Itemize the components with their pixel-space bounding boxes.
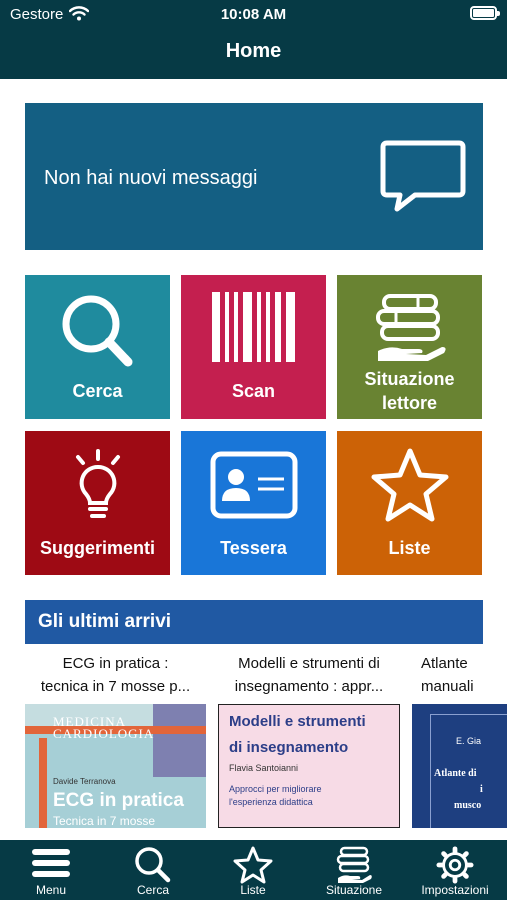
page-title: Home xyxy=(225,40,282,62)
book-title-1[interactable]: ECG in pratica : tecnica in 7 mosse p... xyxy=(25,652,206,698)
tile-suggerimenti[interactable]: Suggerimenti xyxy=(25,431,170,575)
book-cover-1[interactable]: MEDICINA CARDIOLOGIA Davide Terranova EC… xyxy=(25,704,206,828)
tile-label: Scan xyxy=(231,381,276,401)
messages-banner[interactable]: Non hai nuovi messaggi xyxy=(25,103,483,250)
tile-cerca[interactable]: Cerca xyxy=(25,275,170,419)
gear-icon xyxy=(436,846,474,884)
tile-label: Situazione lettore xyxy=(364,369,455,413)
books-hand-icon xyxy=(375,294,446,361)
book-cover-2[interactable]: Modelli e strumenti di insegnamento Flav… xyxy=(218,704,400,828)
star-icon xyxy=(233,846,273,884)
speech-bubble-icon xyxy=(380,140,466,212)
battery-icon xyxy=(470,6,500,20)
tile-label: Suggerimenti xyxy=(39,538,155,558)
hamburger-menu-icon xyxy=(32,849,70,877)
tile-tessera[interactable]: Tessera xyxy=(181,431,326,575)
star-icon xyxy=(371,448,448,522)
tab-bar: Menu Cerca Liste Situazione Impostazioni xyxy=(0,840,507,900)
tab-label: Menu xyxy=(35,883,67,897)
tab-cerca[interactable]: Cerca xyxy=(108,840,198,900)
tab-label: Cerca xyxy=(136,883,169,897)
tile-scan[interactable]: Scan xyxy=(181,275,326,419)
barcode-icon xyxy=(211,292,295,362)
tab-menu[interactable]: Menu xyxy=(6,840,96,900)
navigation-header: Gestore 10:08 AM Home xyxy=(0,0,507,79)
status-bar: Gestore 10:08 AM xyxy=(0,0,507,30)
clock: 10:08 AM xyxy=(220,6,287,23)
search-icon xyxy=(62,295,132,367)
messages-text: Non hai nuovi messaggi xyxy=(44,167,258,189)
tile-label: Liste xyxy=(388,538,431,558)
tab-situazione[interactable]: Situazione xyxy=(309,840,399,900)
tab-label: Situazione xyxy=(325,883,383,897)
tile-label: Cerca xyxy=(72,381,123,401)
tile-liste[interactable]: Liste xyxy=(337,431,482,575)
books-hand-icon xyxy=(336,846,372,883)
tile-label: Tessera xyxy=(220,538,287,558)
book-title-3[interactable]: Atlante manuali xyxy=(412,652,507,698)
id-card-icon xyxy=(210,451,297,519)
search-icon xyxy=(135,847,171,883)
tile-situazione-lettore[interactable]: Situazione lettore xyxy=(337,275,482,419)
lightbulb-icon xyxy=(75,449,120,518)
book-cover-3[interactable]: E. Gia Atlante di i musco xyxy=(412,704,507,828)
section-title: Gli ultimi arrivi xyxy=(38,611,172,632)
book-title-2[interactable]: Modelli e strumenti di insegnamento : ap… xyxy=(218,652,400,698)
tab-liste[interactable]: Liste xyxy=(208,840,298,900)
recent-arrivals-header: Gli ultimi arrivi xyxy=(25,600,483,644)
tab-label: Impostazioni xyxy=(421,883,489,897)
tab-label: Liste xyxy=(240,883,266,897)
tab-impostazioni[interactable]: Impostazioni xyxy=(410,840,500,900)
